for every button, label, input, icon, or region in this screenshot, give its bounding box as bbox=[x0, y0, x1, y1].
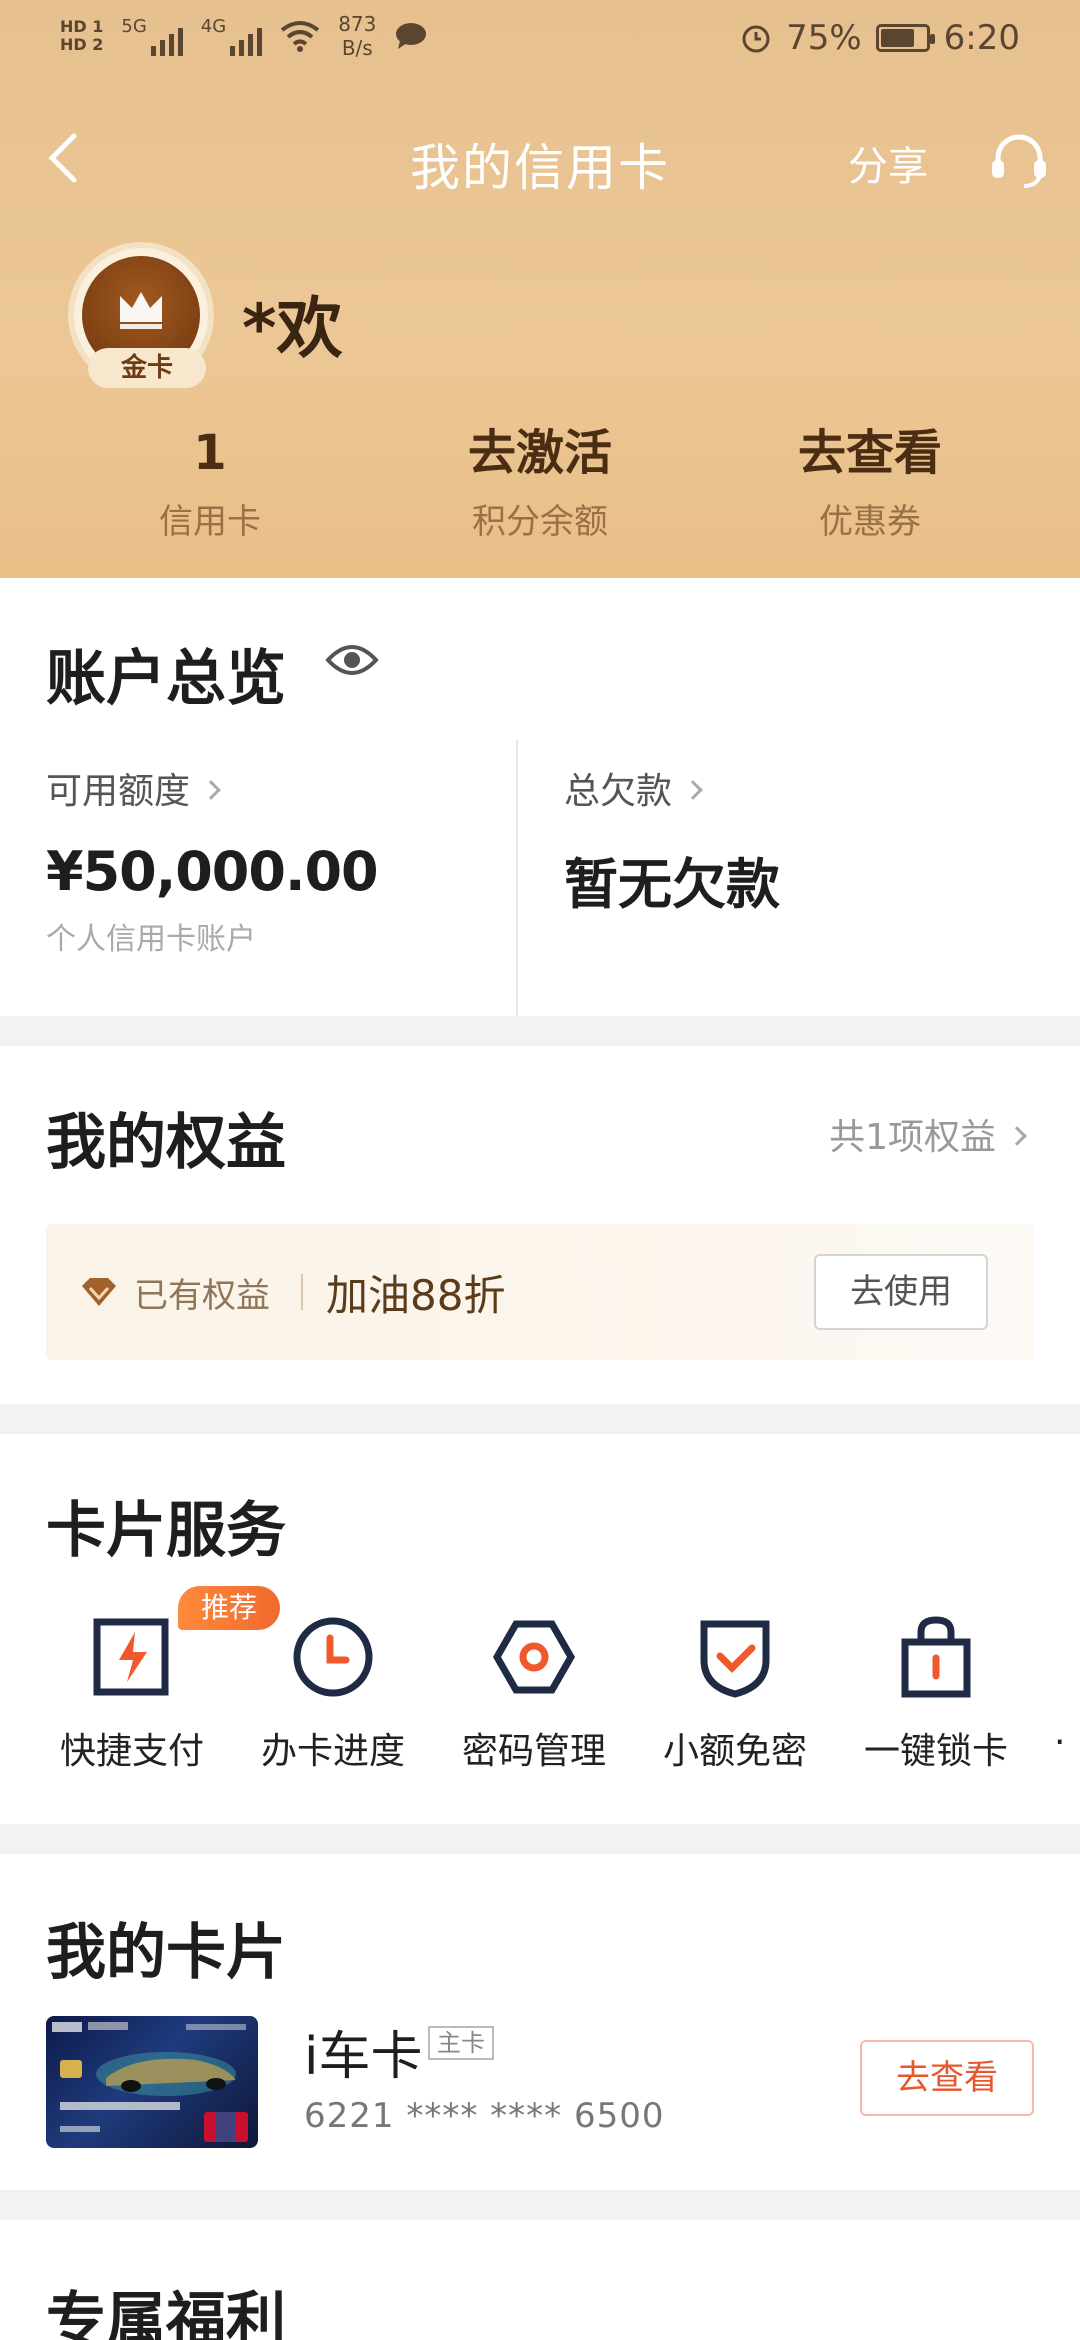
total-debt-link[interactable]: 总欠款 bbox=[564, 762, 703, 814]
battery-icon bbox=[875, 24, 935, 52]
diamond-icon bbox=[82, 1278, 116, 1306]
network-speed: 873 B/s bbox=[338, 12, 377, 60]
avatar[interactable]: 金卡 bbox=[68, 242, 214, 388]
exclusive-welfare-section: 专属福利 bbox=[0, 2220, 1080, 2340]
service-lock-card[interactable]: 一键锁卡 bbox=[846, 1612, 1026, 1774]
available-credit-amount: ¥50,000.00 bbox=[46, 840, 379, 903]
status-bar: HD 1 HD 2 5G 4G 873 B/s 75% 6:20 bbox=[0, 0, 1080, 80]
card-number: 6221 **** **** 6500 bbox=[304, 2096, 665, 2136]
services-row: 推荐 快捷支付 办卡进度 密码管理 小额免密 一键锁卡 · bbox=[0, 1586, 1080, 1802]
shield-check-icon bbox=[700, 1620, 770, 1698]
stat-coupons[interactable]: 去查看 优惠券 bbox=[705, 418, 1035, 548]
hex-lock-icon bbox=[492, 1620, 576, 1694]
service-small-no-password[interactable]: 小额免密 bbox=[645, 1612, 825, 1774]
bag-lock-icon bbox=[901, 1616, 971, 1698]
stats-row: 1 信用卡 去激活 积分余额 去查看 优惠券 bbox=[0, 418, 1080, 548]
divider bbox=[516, 740, 518, 1016]
divider bbox=[301, 1274, 303, 1310]
account-overview-section: 账户总览 可用额度 ¥50,000.00 个人信用卡账户 总欠款 暂无欠款 bbox=[0, 578, 1080, 1016]
section-title: 账户总览 bbox=[46, 644, 286, 714]
quick-pay-icon bbox=[93, 1618, 169, 1696]
customer-service-icon[interactable] bbox=[986, 128, 1052, 194]
sim-indicator: HD 1 HD 2 bbox=[60, 17, 104, 54]
account-type: 个人信用卡账户 bbox=[46, 922, 256, 957]
gold-card-badge: 金卡 bbox=[88, 348, 206, 388]
view-card-button[interactable]: 去查看 bbox=[860, 2040, 1034, 2116]
alarm-icon bbox=[742, 25, 770, 53]
battery-percent: 75% bbox=[786, 18, 862, 58]
primary-card-tag: 主卡 bbox=[428, 2026, 494, 2060]
service-password-management[interactable]: 密码管理 bbox=[444, 1612, 624, 1774]
service-application-progress[interactable]: 办卡进度 bbox=[243, 1612, 423, 1774]
user-name: *欢 bbox=[242, 290, 343, 367]
available-credit-link[interactable]: 可用额度 bbox=[46, 762, 221, 814]
message-icon bbox=[396, 23, 427, 49]
benefit-name: 加油88折 bbox=[326, 1271, 506, 1320]
stat-credit-cards[interactable]: 1 信用卡 bbox=[45, 418, 375, 548]
clock-icon bbox=[293, 1617, 373, 1697]
section-title: 专属福利 bbox=[46, 2286, 286, 2340]
stat-points[interactable]: 去激活 积分余额 bbox=[375, 418, 705, 548]
benefit-status: 已有权益 bbox=[134, 1276, 270, 1316]
service-more-partial[interactable]: · bbox=[1054, 1612, 1080, 1763]
signal-4g-icon: 4G bbox=[201, 16, 263, 56]
wifi-icon bbox=[280, 21, 320, 52]
my-cards-section: 我的卡片 i车卡 主卡 6221 **** **** 6500 去查看 bbox=[0, 1854, 1080, 2190]
section-title: 卡片服务 bbox=[46, 1496, 286, 1566]
card-services-section: 卡片服务 推荐 快捷支付 办卡进度 密码管理 小额免密 一键锁卡 · bbox=[0, 1434, 1080, 1824]
benefits-count-link[interactable]: 共1项权益 bbox=[829, 1108, 1027, 1160]
nav-bar: 我的信用卡 分享 bbox=[0, 120, 1080, 200]
service-quick-pay[interactable]: 推荐 快捷支付 bbox=[42, 1586, 280, 1774]
my-benefits-section: 我的权益 共1项权益 已有权益 加油88折 去使用 bbox=[0, 1046, 1080, 1404]
benefit-card[interactable]: 已有权益 加油88折 去使用 bbox=[46, 1224, 1034, 1360]
card-name: i车卡 bbox=[304, 2027, 423, 2087]
section-title: 我的权益 bbox=[46, 1108, 286, 1178]
header-banner: HD 1 HD 2 5G 4G 873 B/s 75% 6:20 我的信用卡 分… bbox=[0, 0, 1080, 578]
total-debt-value: 暂无欠款 bbox=[564, 853, 780, 916]
eye-icon[interactable] bbox=[325, 640, 379, 680]
signal-5g-icon: 5G bbox=[121, 16, 183, 56]
card-art bbox=[52, 2022, 248, 2142]
clock-time: 6:20 bbox=[943, 18, 1020, 58]
section-title: 我的卡片 bbox=[46, 1918, 286, 1988]
credit-card-image[interactable] bbox=[46, 2016, 258, 2148]
use-benefit-button[interactable]: 去使用 bbox=[814, 1254, 988, 1330]
crown-icon bbox=[120, 292, 162, 329]
share-button[interactable]: 分享 bbox=[848, 134, 928, 192]
